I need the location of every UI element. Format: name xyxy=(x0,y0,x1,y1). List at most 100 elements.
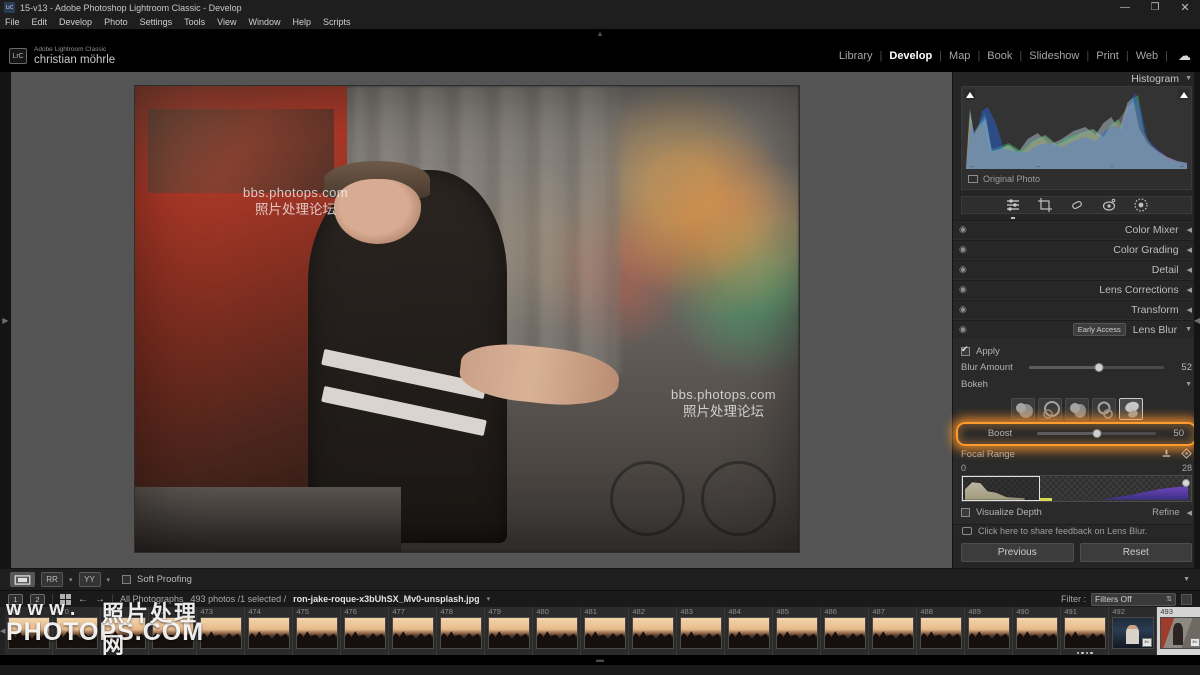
section-lens-blur[interactable]: ◉ Early Access Lens Blur ▼ xyxy=(953,319,1200,340)
filmstrip-thumbnail[interactable]: 488 ✄ xyxy=(917,607,966,655)
right-panel-toggle[interactable]: ◀ xyxy=(1194,72,1200,568)
module-library[interactable]: Library xyxy=(832,50,880,62)
chevron-left-icon[interactable]: ◀ xyxy=(1187,306,1192,314)
chevron-left-icon[interactable]: ◀ xyxy=(1187,509,1192,517)
section-color-mixer[interactable]: ◉ Color Mixer ◀ xyxy=(953,219,1200,240)
thumbnail-image[interactable]: ✄ xyxy=(871,617,914,649)
thumbnail-image[interactable]: ✄ xyxy=(1111,617,1154,649)
filmstrip-thumbnail[interactable]: 473 ✄ xyxy=(197,607,246,655)
soft-proofing-checkbox[interactable] xyxy=(122,575,132,584)
apply-checkbox[interactable] xyxy=(961,344,970,357)
filmstrip-thumbnail[interactable]: 486 ✄ xyxy=(821,607,870,655)
eye-icon[interactable]: ◉ xyxy=(959,284,971,295)
filmstrip-thumbnail[interactable]: 469 ✄ xyxy=(5,607,54,655)
filmstrip-thumbnail[interactable]: 477 ✄ xyxy=(389,607,438,655)
section-color-grading[interactable]: ◉ Color Grading ◀ xyxy=(953,239,1200,260)
shadow-clipping-indicator[interactable] xyxy=(964,88,975,100)
left-panel-toggle[interactable]: ▶ xyxy=(0,72,11,568)
basic-adjustments-icon[interactable] xyxy=(1005,197,1021,213)
filmstrip-thumbnail[interactable]: 489 ✄ xyxy=(965,607,1014,655)
filmstrip-thumbnail[interactable]: 474 ✄ xyxy=(245,607,294,655)
bottom-collapse-strip[interactable]: ▬ xyxy=(0,655,1200,665)
focal-range-depth-strip[interactable] xyxy=(961,474,1192,502)
refine-label[interactable]: Refine xyxy=(1152,507,1179,518)
thumbnail-image[interactable]: ✄ xyxy=(343,617,386,649)
chevron-down-icon[interactable]: ▾ xyxy=(487,595,491,603)
image-canvas[interactable]: bbs.photops.com 照片处理论坛 bbs.photops.com 照… xyxy=(11,72,952,568)
current-filename[interactable]: ron-jake-roque-x3bUhSX_Mv0-unsplash.jpg xyxy=(293,594,480,604)
thumbnail-image[interactable]: ✄ xyxy=(823,617,866,649)
chevron-down-icon[interactable]: ▬ xyxy=(596,656,604,664)
thumbnail-image[interactable]: ✄ xyxy=(1015,617,1058,649)
filmstrip-thumbnail[interactable]: 475 ✄ xyxy=(293,607,342,655)
filter-select[interactable]: Filters Off ⇅ xyxy=(1091,592,1176,606)
crop-overlay-icon[interactable] xyxy=(1037,197,1053,213)
menu-item-settings[interactable]: Settings xyxy=(140,17,173,27)
thumbnail-image[interactable]: ✄ xyxy=(679,617,722,649)
chevron-left-icon[interactable]: ◀ xyxy=(1187,286,1192,294)
chevron-down-icon[interactable]: ▾ xyxy=(69,576,73,584)
forward-arrow-icon[interactable]: → xyxy=(95,594,105,605)
focus-target-icon[interactable] xyxy=(1181,447,1192,462)
thumbnail-image[interactable]: ✄ xyxy=(631,617,674,649)
depth-picker-icon[interactable] xyxy=(1161,448,1172,462)
visualize-depth-row[interactable]: Visualize Depth Refine ◀ xyxy=(961,504,1192,522)
red-eye-icon[interactable] xyxy=(1101,197,1117,213)
focal-range-selection[interactable] xyxy=(962,475,1040,501)
filmstrip-thumbnail[interactable]: 480 ✄ xyxy=(533,607,582,655)
thumbnail-image[interactable]: ✄ xyxy=(487,617,530,649)
section-detail[interactable]: ◉ Detail ◀ xyxy=(953,259,1200,280)
filmstrip-thumbnail[interactable]: 490 ✄ xyxy=(1013,607,1062,655)
bokeh-shape-circle[interactable] xyxy=(1010,397,1035,420)
filmstrip-thumbnail[interactable]: 493 ✄ xyxy=(1157,607,1200,655)
menu-item-tools[interactable]: Tools xyxy=(184,17,205,27)
menu-item-develop[interactable]: Develop xyxy=(59,17,92,27)
original-photo-row[interactable]: Original Photo xyxy=(962,169,1191,189)
thumbnail-image[interactable]: ✄ xyxy=(1159,617,1200,649)
boost-value[interactable]: 50 xyxy=(1162,428,1184,439)
thumbnail-image[interactable]: ✄ xyxy=(967,617,1010,649)
minimize-button[interactable]: — xyxy=(1110,0,1140,15)
apply-row[interactable]: Apply xyxy=(961,344,1192,360)
thumbnail-image[interactable]: ✄ xyxy=(199,617,242,649)
module-develop[interactable]: Develop xyxy=(882,50,939,62)
thumbnail-image[interactable]: ✄ xyxy=(295,617,338,649)
filmstrip-thumbnail[interactable]: 485 ✄ xyxy=(773,607,822,655)
histogram-header[interactable]: Histogram ▼ xyxy=(953,72,1200,86)
highlight-clipping-indicator[interactable] xyxy=(1178,88,1189,100)
menu-item-scripts[interactable]: Scripts xyxy=(323,17,351,27)
grid-view-icon[interactable] xyxy=(60,593,71,605)
screen-2-button[interactable]: 2 xyxy=(30,593,45,605)
filmstrip-thumbnail[interactable]: 479 ✄ xyxy=(485,607,534,655)
section-transform[interactable]: ◉ Transform ◀ xyxy=(953,299,1200,320)
filmstrip-thumbnail[interactable]: 492 ✄ xyxy=(1109,607,1158,655)
chevron-down-icon[interactable]: ▼ xyxy=(1185,326,1192,333)
focal-range-far-handle[interactable] xyxy=(1182,478,1190,487)
filmstrip-thumbnail[interactable]: 483 ✄ xyxy=(677,607,726,655)
chevron-updown-icon[interactable]: ⇅ xyxy=(1166,596,1172,603)
boost-knob[interactable] xyxy=(1092,429,1101,439)
compare-view-icon[interactable]: RR xyxy=(41,572,63,587)
filmstrip-thumbnail[interactable]: 478 ✄ xyxy=(437,607,486,655)
module-web[interactable]: Web xyxy=(1129,50,1165,62)
filmstrip-thumbnail[interactable]: 487 ✄ xyxy=(869,607,918,655)
chevron-up-icon[interactable]: ▲ xyxy=(589,30,611,38)
identity-plate[interactable]: LrC Adobe Lightroom Classic christian mö… xyxy=(9,46,115,67)
reset-button[interactable]: Reset xyxy=(1079,543,1192,562)
photo-preview[interactable] xyxy=(135,86,799,552)
eye-icon[interactable]: ◉ xyxy=(959,324,971,335)
bokeh-shape-bubble[interactable] xyxy=(1037,397,1062,420)
thumbnail-image[interactable]: ✄ xyxy=(103,617,146,649)
eye-icon[interactable]: ◉ xyxy=(959,264,971,275)
bokeh-shape-cateye[interactable] xyxy=(1118,397,1143,420)
chevron-down-icon[interactable]: ▼ xyxy=(1185,75,1192,82)
cloud-sync-icon[interactable]: ☁ xyxy=(1178,49,1191,62)
loupe-view-icon[interactable] xyxy=(10,572,35,587)
menu-item-help[interactable]: Help xyxy=(293,17,312,27)
thumbnail-image[interactable]: ✄ xyxy=(55,617,98,649)
bokeh-shape-ring[interactable] xyxy=(1091,397,1116,420)
filmstrip-thumbnail[interactable]: 471 ✄ xyxy=(101,607,150,655)
thumbnail-image[interactable]: ✄ xyxy=(7,617,50,649)
top-panel-collapse-strip[interactable]: ▲ xyxy=(0,29,1200,40)
chevron-down-icon[interactable]: ▼ xyxy=(1185,381,1192,388)
